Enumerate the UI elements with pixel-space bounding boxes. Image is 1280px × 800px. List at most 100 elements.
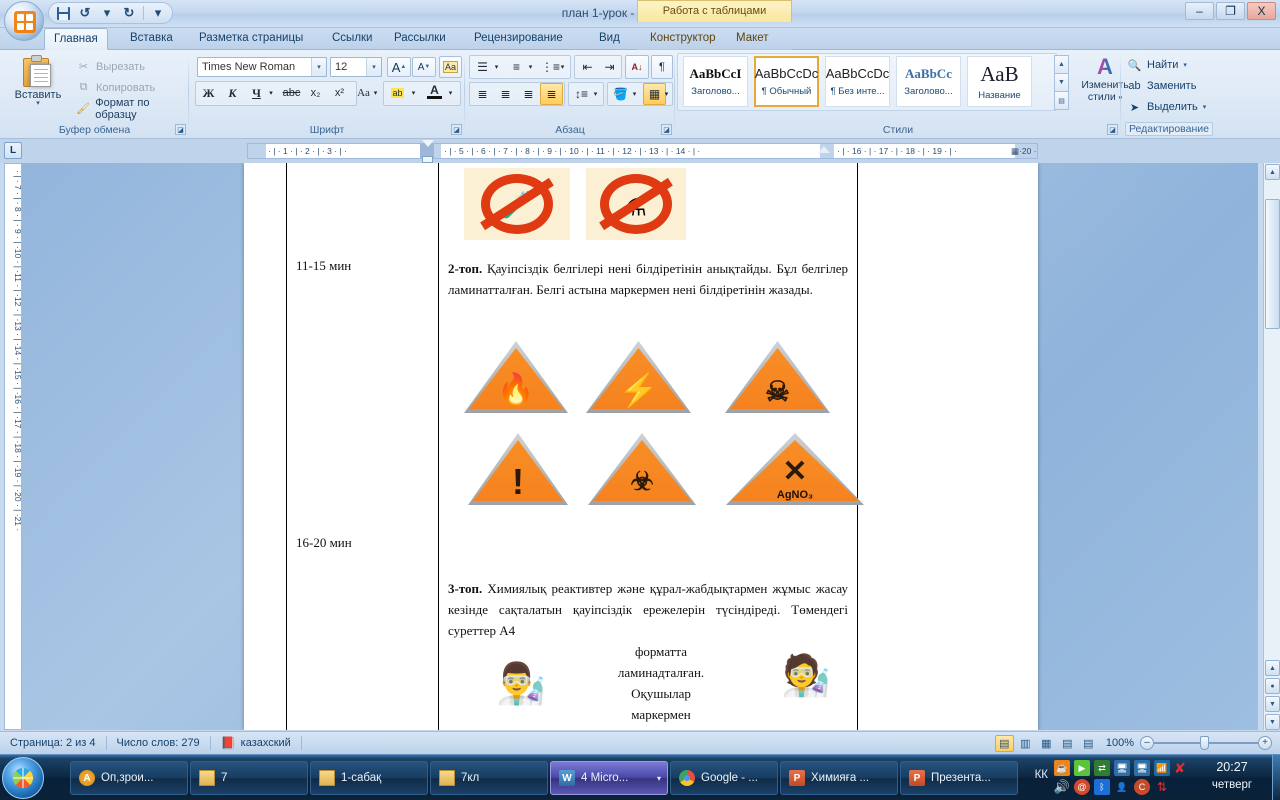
select-button[interactable]: ➤ Выделить ▾ bbox=[1127, 97, 1206, 117]
scroll-down-icon[interactable]: ▼ bbox=[1054, 73, 1069, 92]
bluetooth-icon[interactable]: ᛒ bbox=[1094, 779, 1110, 795]
web-layout-view-button[interactable]: ▦ bbox=[1037, 735, 1056, 752]
scroll-up-button[interactable]: ▲ bbox=[1265, 164, 1280, 180]
font-family-dropdown-icon[interactable]: ▾ bbox=[311, 58, 326, 76]
clear-formatting-button[interactable]: Aa bbox=[439, 56, 462, 78]
font-family-combo[interactable]: Times New Roman ▾ bbox=[197, 57, 327, 77]
tab-layout[interactable]: Макет bbox=[727, 28, 778, 50]
style-title[interactable]: АаВ Название bbox=[967, 56, 1032, 107]
language-indicator[interactable]: казахский bbox=[241, 737, 291, 749]
select-browse-object-button[interactable]: ● bbox=[1265, 678, 1280, 694]
styles-gallery-scroll[interactable]: ▲ ▼ ▤ bbox=[1054, 55, 1069, 110]
office-button[interactable] bbox=[4, 1, 44, 41]
draft-view-button[interactable]: ▤ bbox=[1079, 735, 1098, 752]
red-slash-icon[interactable]: ✘ bbox=[1172, 760, 1188, 776]
show-formatting-marks-button[interactable]: ¶ bbox=[651, 55, 673, 79]
volume-icon[interactable]: 🔊 bbox=[1054, 779, 1070, 795]
zoom-slider[interactable] bbox=[1154, 736, 1258, 750]
copy-button[interactable]: ⧉ Копировать bbox=[74, 78, 156, 97]
close-button[interactable]: X bbox=[1247, 2, 1276, 20]
language-bar[interactable]: КК bbox=[1035, 769, 1048, 781]
save-button[interactable] bbox=[53, 4, 73, 22]
print-layout-view-button[interactable]: ▤ bbox=[994, 734, 1014, 752]
multilevel-dropdown[interactable]: ▾ bbox=[557, 56, 568, 78]
numbering-dropdown[interactable]: ▾ bbox=[525, 56, 536, 78]
proofing-status[interactable]: 📕 казахский bbox=[211, 732, 301, 755]
network-transfer-icon[interactable]: ⇄ bbox=[1094, 760, 1110, 776]
taskbar-group-arrow[interactable]: ▾ bbox=[657, 774, 667, 783]
shrink-font-button[interactable]: A ▼ bbox=[412, 57, 436, 77]
undo-dropdown[interactable]: ▾ bbox=[97, 4, 117, 22]
page-indicator[interactable]: Страница: 2 из 4 bbox=[0, 732, 106, 755]
tab-view[interactable]: Вид bbox=[590, 28, 629, 50]
scroll-down-button[interactable]: ▼ bbox=[1265, 714, 1280, 730]
at-icon[interactable]: @ bbox=[1074, 779, 1090, 795]
tab-home[interactable]: Главная bbox=[44, 28, 108, 50]
decrease-indent-button[interactable]: ⇤ bbox=[576, 56, 599, 78]
tab-insert[interactable]: Вставка bbox=[121, 28, 182, 50]
change-case-dropdown[interactable]: ▾ bbox=[370, 82, 381, 104]
sort-button[interactable]: A↓ bbox=[625, 55, 649, 79]
styles-dialog-launcher[interactable]: ◪ bbox=[1107, 124, 1118, 135]
show-desktop-button[interactable] bbox=[1272, 755, 1280, 800]
clock[interactable]: 20:27 четверг bbox=[1190, 758, 1274, 794]
cut-button[interactable]: ✂ Вырезать bbox=[74, 57, 145, 76]
style-no-spacing[interactable]: AaBbCcDc ¶ Без инте... bbox=[825, 56, 890, 107]
tab-review[interactable]: Рецензирование bbox=[465, 28, 572, 50]
align-left-button[interactable]: ≣ bbox=[471, 83, 494, 105]
underline-dropdown[interactable]: ▾ bbox=[265, 82, 277, 104]
tab-mailings[interactable]: Рассылки bbox=[385, 28, 455, 50]
style-heading2[interactable]: AaBbCc Заголово... bbox=[896, 56, 961, 107]
font-size-combo[interactable]: 12 ▾ bbox=[330, 57, 382, 77]
find-dropdown-icon[interactable]: ▾ bbox=[1183, 61, 1187, 69]
font-dialog-launcher[interactable]: ◪ bbox=[451, 124, 462, 135]
borders-dropdown[interactable]: ▾ bbox=[661, 83, 672, 105]
align-center-button[interactable]: ≣ bbox=[494, 83, 517, 105]
first-line-indent-marker[interactable] bbox=[422, 140, 434, 147]
taskbar-item-5[interactable]: Google - ... bbox=[670, 761, 778, 795]
vertical-scrollbar[interactable]: ▲ ▲ ● ▼ ▼ bbox=[1263, 163, 1280, 730]
monitor-error-icon[interactable]: 🖥 bbox=[1114, 760, 1130, 776]
format-painter-button[interactable]: 🖌 Формат по образцу bbox=[74, 97, 189, 121]
more-styles-icon[interactable]: ▤ bbox=[1054, 91, 1069, 110]
italic-button[interactable]: К bbox=[221, 82, 244, 104]
paste-dropdown-arrow[interactable]: ▾ bbox=[36, 100, 40, 107]
taskbar-item-7[interactable]: P Презента... bbox=[900, 761, 1018, 795]
line-spacing-dropdown[interactable]: ▾ bbox=[590, 83, 601, 105]
taskbar-item-3[interactable]: 7кл bbox=[430, 761, 548, 795]
media-play-icon[interactable]: ▶ bbox=[1074, 760, 1090, 776]
zoom-level[interactable]: 100% bbox=[1106, 732, 1140, 755]
java-icon[interactable]: ☕ bbox=[1054, 760, 1070, 776]
monitor-error2-icon[interactable]: 🖥 bbox=[1134, 760, 1150, 776]
font-size-dropdown-icon[interactable]: ▾ bbox=[366, 58, 381, 76]
text-highlight-button[interactable]: ab bbox=[386, 82, 409, 104]
taskbar-item-6[interactable]: P Химияға ... bbox=[780, 761, 898, 795]
user-icon[interactable]: 👤 bbox=[1114, 779, 1130, 795]
increase-indent-button[interactable]: ⇥ bbox=[598, 56, 621, 78]
tab-page-layout[interactable]: Разметка страницы bbox=[190, 28, 312, 50]
shading-dropdown[interactable]: ▾ bbox=[629, 83, 640, 105]
highlight-dropdown[interactable]: ▾ bbox=[408, 82, 419, 104]
paste-button[interactable]: Вставить ▾ bbox=[10, 55, 66, 119]
tab-design[interactable]: Конструктор bbox=[641, 28, 725, 50]
strikethrough-button[interactable]: abc bbox=[280, 82, 303, 104]
select-dropdown-icon[interactable]: ▾ bbox=[1203, 103, 1207, 111]
clipboard-dialog-launcher[interactable]: ◪ bbox=[175, 124, 186, 135]
updates-icon[interactable]: ⇅ bbox=[1154, 779, 1170, 795]
zoom-in-button[interactable]: + bbox=[1258, 736, 1272, 750]
start-button[interactable] bbox=[2, 757, 44, 799]
font-color-button[interactable]: A bbox=[423, 80, 446, 102]
subscript-button[interactable]: x₂ bbox=[304, 82, 327, 104]
tab-references[interactable]: Ссылки bbox=[323, 28, 382, 50]
style-heading1[interactable]: AaBbCcI Заголово... bbox=[683, 56, 748, 107]
scroll-up-icon[interactable]: ▲ bbox=[1054, 55, 1069, 74]
next-page-button[interactable]: ▼ bbox=[1265, 696, 1280, 712]
style-normal[interactable]: AaBbCcDc ¶ Обычный bbox=[754, 56, 819, 107]
outline-view-button[interactable]: ▤ bbox=[1058, 735, 1077, 752]
find-button[interactable]: 🔍 Найти ▾ bbox=[1127, 55, 1187, 75]
align-right-button[interactable]: ≣ bbox=[517, 83, 540, 105]
scrollbar-thumb[interactable] bbox=[1265, 199, 1280, 329]
zoom-knob[interactable] bbox=[1200, 736, 1209, 750]
bold-button[interactable]: Ж bbox=[197, 82, 220, 104]
taskbar-item-1[interactable]: 7 bbox=[190, 761, 308, 795]
